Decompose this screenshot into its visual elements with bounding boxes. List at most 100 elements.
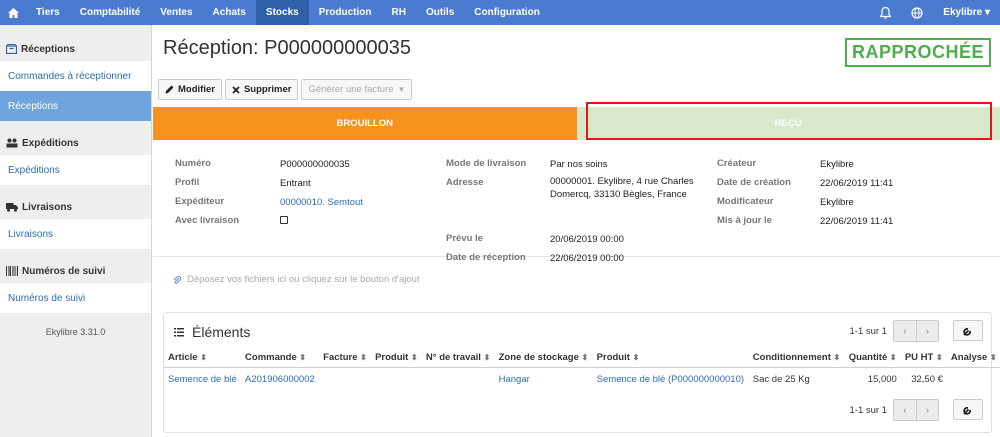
- column-header-produit-2[interactable]: Produit ⬍: [592, 349, 749, 368]
- column-header-quantite[interactable]: Quantité ⬍: [844, 349, 901, 368]
- list-icon: [174, 327, 184, 336]
- settings-button[interactable]: [953, 320, 983, 341]
- wrench-icon: [962, 328, 971, 336]
- status-badge: RAPPROCHÉE: [844, 38, 991, 67]
- field-label-date-creation: Date de création: [717, 177, 791, 188]
- next-page-button[interactable]: ›: [916, 321, 938, 341]
- file-dropzone[interactable]: Déposez vos fichiers ici ou cliquez sur …: [173, 274, 420, 285]
- language-button[interactable]: [901, 0, 933, 25]
- pencil-icon: [165, 85, 174, 94]
- column-header-facture[interactable]: Facture ⬍: [319, 349, 372, 368]
- sidebar-item-receptions[interactable]: Réceptions: [0, 91, 151, 121]
- field-value-mis-a-jour: 22/06/2019 11:41: [820, 216, 894, 227]
- settings-button[interactable]: [953, 399, 983, 420]
- sidebar-item-livraisons[interactable]: Livraisons: [0, 219, 151, 249]
- column-header-conditionnement[interactable]: Conditionnement ⬍: [748, 349, 845, 368]
- sidebar-section-expeditions: Expéditions: [0, 131, 151, 155]
- column-header-label: Analyse: [950, 352, 988, 364]
- cell-facture: [319, 367, 371, 391]
- column-header-label: N° de travail: [425, 352, 481, 364]
- paperclip-icon: [173, 275, 181, 284]
- column-header-pu-ht[interactable]: PU HT ⬍: [900, 349, 947, 368]
- column-header-label: Zone de stockage: [498, 352, 579, 364]
- caret-down-icon: ▼: [397, 85, 406, 94]
- column-header-zone-stockage[interactable]: Zone de stockage ⬍: [494, 349, 593, 368]
- column-header-label: Facture: [323, 352, 358, 364]
- edit-button[interactable]: Modifier: [158, 79, 222, 100]
- items-panel-header: Éléments: [174, 324, 250, 340]
- column-header-numero-travail[interactable]: N° de travail ⬍: [421, 349, 495, 368]
- column-header-commande[interactable]: Commande ⬍: [241, 349, 320, 368]
- pagination-bottom: 1-1 sur 1 ‹ ›: [849, 399, 939, 421]
- column-header-article[interactable]: Article ⬍: [164, 349, 242, 368]
- pagination-buttons: ‹ ›: [893, 320, 939, 342]
- column-header-label: Produit: [375, 352, 409, 364]
- chevron-right-icon: ›: [925, 325, 930, 337]
- prev-page-button[interactable]: ‹: [894, 321, 916, 341]
- chevron-right-icon: ›: [925, 404, 930, 416]
- cell-produit-link[interactable]: Semence de blé (P000000000010): [593, 367, 749, 391]
- sender-link[interactable]: 00000010. Semtout: [280, 196, 363, 209]
- sort-icon: ⬍: [483, 353, 491, 363]
- cell-zone-stockage-link[interactable]: Hangar: [495, 367, 593, 391]
- nav-configuration[interactable]: Configuration: [464, 0, 550, 25]
- nav-rh[interactable]: RH: [381, 0, 415, 25]
- notifications-button[interactable]: [869, 0, 901, 25]
- step-draft[interactable]: BROUILLON: [153, 107, 577, 140]
- sidebar-section-title: Réceptions: [21, 43, 75, 55]
- status-stepper: BROUILLON REÇU: [153, 107, 1000, 140]
- field-label-modificateur: Modificateur: [717, 196, 774, 207]
- field-value-mode-livraison: Par nos soins: [550, 159, 608, 170]
- next-page-button[interactable]: ›: [916, 400, 938, 420]
- nav-achats[interactable]: Achats: [203, 0, 256, 25]
- sort-icon: ⬍: [833, 353, 841, 363]
- user-menu[interactable]: Ekylibre ▾: [933, 0, 1000, 25]
- home-button[interactable]: [0, 0, 26, 25]
- sidebar-section-receptions: Réceptions: [0, 37, 151, 61]
- table-row: Semence de blé A201906000002 Hangar Seme…: [164, 367, 1000, 391]
- step-received[interactable]: REÇU: [576, 107, 1000, 140]
- avec-livraison-checkbox: [280, 215, 288, 228]
- page-title: Réception: P000000000035: [163, 37, 411, 59]
- home-icon: [7, 7, 19, 18]
- sort-icon: ⬍: [360, 353, 367, 363]
- field-label-prevu: Prévu le: [446, 233, 483, 244]
- nav-stocks[interactable]: Stocks: [255, 0, 309, 25]
- field-label-createur: Créateur: [717, 158, 757, 169]
- nav-production[interactable]: Production: [309, 0, 382, 25]
- field-value-modificateur: Ekylibre: [820, 197, 854, 208]
- field-label-expediteur: Expéditeur: [175, 196, 225, 207]
- sidebar-item-numeros-de-suivi[interactable]: Numéros de suivi: [0, 283, 151, 313]
- nav-ventes[interactable]: Ventes: [150, 0, 202, 25]
- delete-button[interactable]: Supprimer: [224, 79, 299, 100]
- prev-page-button[interactable]: ‹: [894, 400, 916, 420]
- nav-comptabilite[interactable]: Comptabilité: [70, 0, 151, 25]
- sidebar-item-expeditions[interactable]: Expéditions: [0, 155, 151, 185]
- sort-icon: ⬍: [410, 353, 418, 363]
- nav-tiers[interactable]: Tiers: [26, 0, 70, 25]
- field-label-profil: Profil: [175, 177, 200, 188]
- cell-article-link[interactable]: Semence de blé: [164, 367, 241, 391]
- sidebar-section-title: Livraisons: [22, 201, 73, 213]
- cell-quantite: 15,000: [867, 373, 897, 385]
- pagination-text: 1-1 sur 1: [849, 404, 888, 416]
- pagination-text: 1-1 sur 1: [849, 325, 888, 337]
- field-value-numero: P000000000035: [280, 159, 350, 170]
- sidebar-section-numeros-de-suivi: Numéros de suivi: [0, 259, 151, 283]
- generate-invoice-button[interactable]: Générer une facture ▼: [301, 79, 413, 100]
- field-value-prevu: 20/06/2019 00:00: [550, 234, 624, 245]
- sidebar-item-commandes-a-receptionner[interactable]: Commandes à réceptionner: [0, 61, 151, 91]
- box-icon: [6, 44, 17, 54]
- column-header-produit[interactable]: Produit ⬍: [371, 349, 422, 368]
- column-header-label: Conditionnement: [752, 352, 831, 364]
- items-table: Article ⬍ Commande ⬍ Facture ⬍ Produit ⬍…: [164, 349, 1000, 391]
- checkbox-box: [280, 216, 288, 224]
- nav-outils[interactable]: Outils: [416, 0, 464, 25]
- cell-commande-link[interactable]: A201906000002: [241, 367, 319, 391]
- sort-icon: ⬍: [200, 353, 207, 363]
- sort-icon: ⬍: [299, 353, 307, 363]
- main-content: Réception: P000000000035 RAPPROCHÉE Modi…: [153, 25, 1000, 437]
- truck-icon: [6, 203, 18, 212]
- column-header-label: Quantité: [848, 352, 888, 364]
- column-header-analyse[interactable]: Analyse ⬍: [946, 349, 1000, 368]
